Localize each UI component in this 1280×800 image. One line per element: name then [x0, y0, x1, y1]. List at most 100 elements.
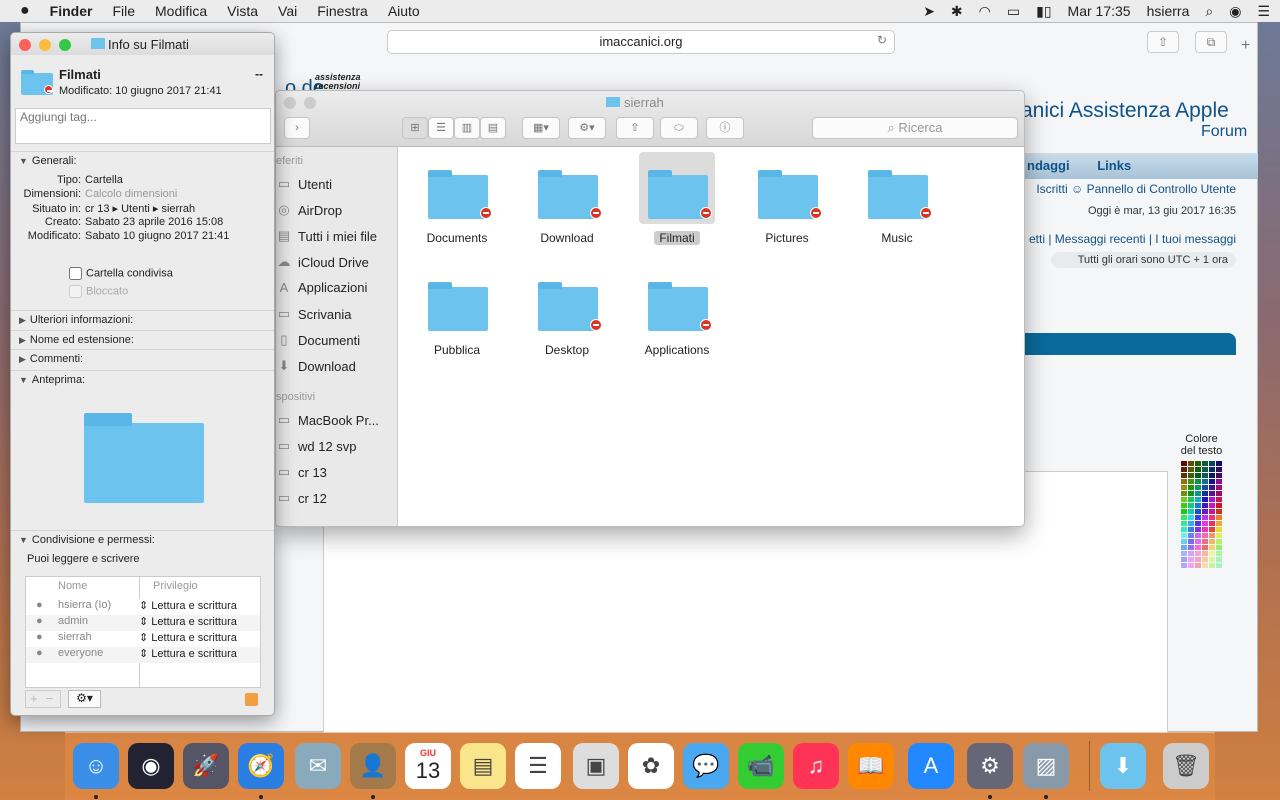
- dock-foto[interactable]: ✿: [628, 743, 674, 789]
- permission-row[interactable]: ● hsierra (Io) ⇕ Lettura e scrittura: [26, 599, 260, 615]
- battery-icon[interactable]: ▮▯: [1036, 3, 1051, 20]
- dock-safari[interactable]: 🧭: [238, 743, 284, 789]
- menu-finder[interactable]: Finder: [50, 3, 93, 19]
- section-preview[interactable]: ▼ Anteprima:: [11, 370, 274, 389]
- siri-icon[interactable]: ◉: [1229, 3, 1241, 20]
- forward-button[interactable]: ›: [284, 117, 310, 139]
- dock-contatti[interactable]: 👤: [350, 743, 396, 789]
- section-general[interactable]: ▼ Generali:: [11, 151, 274, 170]
- folder-item[interactable]: Music: [842, 157, 952, 257]
- checkbox[interactable]: [69, 267, 82, 280]
- folder-item[interactable]: Desktop: [512, 269, 622, 369]
- tags-input[interactable]: [15, 108, 271, 144]
- location-icon[interactable]: ➤: [923, 3, 935, 20]
- dock-cestino[interactable]: 🗑: [1163, 743, 1209, 789]
- menu-vai[interactable]: Vai: [278, 3, 297, 19]
- section-name-extension[interactable]: ▶ Nome ed estensione:: [11, 330, 274, 349]
- sidebar-item[interactable]: ▯ Documenti: [276, 332, 360, 348]
- clock[interactable]: Mar 17:35: [1068, 3, 1131, 19]
- sidebar-item[interactable]: ▤ Tutti i miei file: [276, 228, 377, 244]
- zoom-button[interactable]: [59, 39, 71, 51]
- coverflow-view-button[interactable]: ▤: [480, 117, 506, 139]
- menu-finestra[interactable]: Finestra: [317, 3, 368, 19]
- checkbox[interactable]: [69, 285, 82, 298]
- column-header-name[interactable]: Nome: [58, 580, 87, 592]
- folder-item[interactable]: Pictures: [732, 157, 842, 257]
- column-header-privilege[interactable]: Privilegio: [153, 580, 198, 592]
- permission-row[interactable]: ● admin ⇕ Lettura e scrittura: [26, 615, 260, 631]
- close-button[interactable]: [284, 97, 296, 109]
- permission-row[interactable]: ● sierrah ⇕ Lettura e scrittura: [26, 631, 260, 647]
- dock-download[interactable]: ⬇: [1100, 743, 1146, 789]
- section-comments[interactable]: ▶ Commenti:: [11, 349, 274, 368]
- dock-promemoria[interactable]: ☰: [515, 743, 561, 789]
- sidebar-item[interactable]: ▭ MacBook Pr...: [276, 412, 379, 428]
- privilege-select[interactable]: ⇕ Lettura e scrittura: [139, 631, 237, 644]
- dock-messaggi[interactable]: 💬: [683, 743, 729, 789]
- sidebar-item[interactable]: ▭ cr 13: [276, 464, 327, 480]
- airplay-icon[interactable]: ▭: [1007, 3, 1020, 20]
- minimize-button[interactable]: [304, 97, 316, 109]
- nav-links[interactable]: Links: [1097, 158, 1131, 173]
- notification-center-icon[interactable]: ☰: [1257, 3, 1270, 20]
- url-bar[interactable]: imaccanici.org: [387, 30, 895, 54]
- user-menu[interactable]: hsierra: [1147, 3, 1190, 19]
- dock-app-store[interactable]: A: [908, 743, 954, 789]
- minimize-button[interactable]: [39, 39, 51, 51]
- user-links[interactable]: Iscritti ☺ Pannello di Controllo Utente: [1021, 182, 1236, 196]
- dock-launchpad[interactable]: 🚀: [183, 743, 229, 789]
- arrange-button[interactable]: ▦▾: [522, 117, 560, 139]
- privilege-select[interactable]: ⇕ Lettura e scrittura: [139, 599, 237, 612]
- menu-modifica[interactable]: Modifica: [155, 3, 207, 19]
- lock-icon[interactable]: [245, 693, 258, 706]
- permission-row[interactable]: ● everyone ⇕ Lettura e scrittura: [26, 647, 260, 663]
- privilege-select[interactable]: ⇕ Lettura e scrittura: [139, 615, 237, 628]
- dock-preferenze-di-sistema[interactable]: ⚙: [967, 743, 1013, 789]
- close-button[interactable]: [19, 39, 31, 51]
- locked-checkbox[interactable]: Bloccato: [69, 285, 128, 298]
- folder-item[interactable]: Pubblica: [402, 269, 512, 369]
- wifi-icon[interactable]: ◠: [979, 3, 991, 20]
- privilege-select[interactable]: ⇕ Lettura e scrittura: [139, 647, 237, 660]
- column-view-button[interactable]: ▥: [454, 117, 480, 139]
- share-button[interactable]: ⇧: [1147, 31, 1179, 53]
- action-gear-button[interactable]: ⚙▾: [568, 117, 606, 139]
- remove-user-button[interactable]: −: [46, 691, 54, 706]
- tabs-button[interactable]: ⧉: [1195, 31, 1227, 53]
- sidebar-item[interactable]: ▭ cr 12: [276, 490, 327, 506]
- folder-item[interactable]: Filmati: [622, 152, 732, 257]
- folder-item[interactable]: Download: [512, 157, 622, 257]
- share-button[interactable]: ⇧: [616, 117, 654, 139]
- search-field[interactable]: ⌕ Ricerca: [812, 117, 1018, 139]
- icon-view-button[interactable]: ⊞: [402, 117, 428, 139]
- dock-mail[interactable]: ✉: [295, 743, 341, 789]
- new-tab-icon[interactable]: +: [1241, 37, 1250, 55]
- color-palette[interactable]: [1181, 461, 1222, 568]
- reload-icon[interactable]: ↻: [877, 33, 887, 47]
- dock-siri[interactable]: ◉: [128, 743, 174, 789]
- menu-file[interactable]: File: [112, 3, 135, 19]
- spotlight-icon[interactable]: ⌕: [1205, 3, 1213, 20]
- sidebar-item[interactable]: ▭ Scrivania: [276, 306, 352, 322]
- dock-facetime[interactable]: 📹: [738, 743, 784, 789]
- sidebar-item[interactable]: ▭ wd 12 svp: [276, 438, 357, 454]
- sidebar-item[interactable]: ⬇ Download: [276, 358, 356, 374]
- dock-calendario[interactable]: GIU 13: [405, 743, 451, 789]
- dock-note[interactable]: ▤: [460, 743, 506, 789]
- dock-anteprima[interactable]: ▨: [1023, 743, 1069, 789]
- list-view-button[interactable]: ☰: [428, 117, 454, 139]
- section-more-info[interactable]: ▶ Ulteriori informazioni:: [11, 310, 274, 329]
- dock-ibooks[interactable]: 📖: [848, 743, 894, 789]
- shared-folder-checkbox[interactable]: Cartella condivisa: [69, 267, 173, 280]
- add-user-button[interactable]: +: [30, 691, 38, 706]
- folder-item[interactable]: Applications: [622, 269, 732, 369]
- menu-aiuto[interactable]: Aiuto: [388, 3, 420, 19]
- dock-finder[interactable]: ☺: [73, 743, 119, 789]
- folder-item[interactable]: Documents: [402, 157, 512, 257]
- dock-itunes[interactable]: ♫: [793, 743, 839, 789]
- nav-sondaggi[interactable]: ndaggi: [1027, 158, 1070, 173]
- sidebar-item[interactable]: ☁ iCloud Drive: [276, 254, 369, 270]
- sidebar-item[interactable]: A Applicazioni: [276, 280, 368, 295]
- info-button[interactable]: ⓘ: [706, 117, 744, 139]
- menu-vista[interactable]: Vista: [227, 3, 258, 19]
